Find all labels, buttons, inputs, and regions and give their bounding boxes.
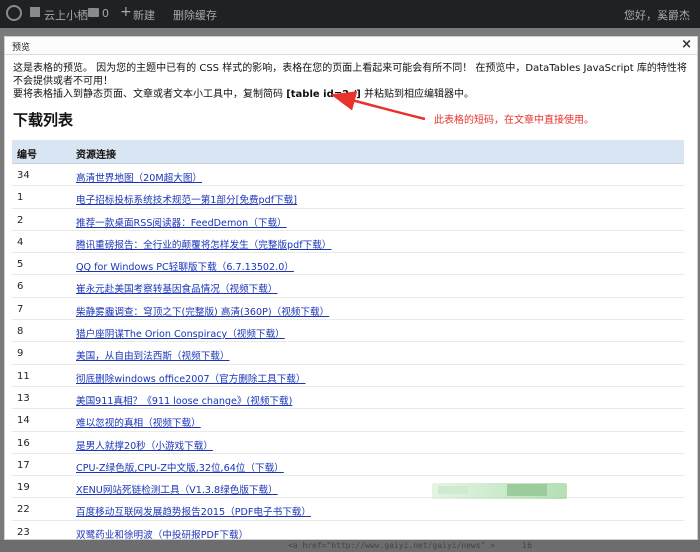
shortcode: [table id=2 /] xyxy=(286,89,361,100)
row-id: 22 xyxy=(17,504,30,516)
table-row: 34 高清世界地图（20M超大图） xyxy=(12,164,684,187)
row-link[interactable]: 双鹭药业和徐明波（中投研报PDF下载） xyxy=(76,527,248,539)
site-name-link[interactable]: 云上小栖 xyxy=(44,7,88,23)
table-row: 5 QQ for Windows PC轻聊版下载（6.7.13502.0） xyxy=(12,253,684,276)
row-id: 6 xyxy=(17,281,24,293)
intro-line-2-suffix: 并粘贴到相应编辑器中。 xyxy=(360,89,474,100)
table-row: 16 是男人就撑20秒（小游戏下载） xyxy=(12,432,684,454)
row-id: 2 xyxy=(17,214,24,226)
row-link[interactable]: 猎户座阴谋The Orion Conspiracy（视频下载） xyxy=(76,326,285,340)
background-code-fragment: <a href="http://www.gaiyi.net/gaiyi/news… xyxy=(288,541,496,550)
background-number-fragment: 16 xyxy=(522,541,533,550)
table-header: 编号 资源连接 xyxy=(12,140,684,164)
home-icon[interactable] xyxy=(30,7,40,17)
row-link[interactable]: 是男人就撑20秒（小游戏下载） xyxy=(76,438,213,452)
comment-icon[interactable] xyxy=(88,8,99,17)
row-link[interactable]: 美国，从自由到法西斯（视频下载） xyxy=(76,348,230,362)
table-row: 19 XENU网站死链检测工具（V1.3.8绿色版下载） xyxy=(12,476,684,499)
table-title: 下载列表 xyxy=(13,111,74,129)
row-link[interactable]: 百度移动互联网发展趋势报告2015（PDF电子书下载） xyxy=(76,504,311,518)
table-row: 4 腾讯重磅报告：全行业的颠覆将怎样发生（完整版pdf下载） xyxy=(12,231,684,254)
watermark-part-left xyxy=(438,486,468,494)
table-row: 13 美国911真相？《911 loose change》(视频下载) xyxy=(12,387,684,410)
table-row: 2 推荐一款桌面RSS阅读器：FeedDemon（下载） xyxy=(12,209,684,231)
watermark-part-right xyxy=(507,484,547,496)
row-id: 1 xyxy=(17,192,24,204)
table-row: 6 崔永元赴美国考察转基因食品情况（视频下载） xyxy=(12,275,684,298)
table-row: 17 CPU-Z绿色版,CPU-Z中文版,32位,64位（下载） xyxy=(12,454,684,477)
header-link[interactable]: 资源连接 xyxy=(76,146,116,161)
row-link[interactable]: 崔永元赴美国考察转基因食品情况（视频下载） xyxy=(76,281,277,295)
row-id: 23 xyxy=(17,526,30,538)
row-link[interactable]: QQ for Windows PC轻聊版下载（6.7.13502.0） xyxy=(76,259,294,273)
modal-title: 预览 xyxy=(12,43,31,53)
row-link[interactable]: 柴静雾霾调查：穹顶之下(完整版) 高清(360P)（视频下载） xyxy=(76,304,329,318)
row-link[interactable]: 电子招标投标系统技术规范一第1部分[免费pdf下载] xyxy=(76,192,297,206)
clear-cache-link[interactable]: 删除缓存 xyxy=(173,7,217,23)
row-link[interactable]: 腾讯重磅报告：全行业的颠覆将怎样发生（完整版pdf下载） xyxy=(76,237,331,251)
row-id: 4 xyxy=(17,236,24,248)
row-link[interactable]: 推荐一款桌面RSS阅读器：FeedDemon（下载） xyxy=(76,215,287,229)
comment-count: 0 xyxy=(102,7,109,20)
header-id[interactable]: 编号 xyxy=(17,146,37,161)
row-link[interactable]: 难以忽视的真相（视频下载） xyxy=(76,415,201,429)
row-link[interactable]: CPU-Z绿色版,CPU-Z中文版,32位,64位（下载） xyxy=(76,460,284,474)
row-id: 14 xyxy=(17,415,30,427)
row-link[interactable]: XENU网站死链检测工具（V1.3.8绿色版下载） xyxy=(76,482,278,496)
table-body: 34 高清世界地图（20M超大图） 1 电子招标投标系统技术规范一第1部分[免费pdf… xyxy=(12,164,684,539)
modal-header: 预览 × xyxy=(5,37,697,55)
plus-icon[interactable]: + xyxy=(120,4,132,20)
row-link[interactable]: 美国911真相？《911 loose change》(视频下载) xyxy=(76,393,292,407)
new-content-link[interactable]: 新建 xyxy=(133,7,155,23)
row-id: 7 xyxy=(17,303,24,315)
wordpress-logo-icon[interactable] xyxy=(6,5,22,21)
preview-modal: 预览 × 这是表格的预览。 因为您的主题中已有的 CSS 样式的影响，表格在您的… xyxy=(4,36,698,540)
intro-line-1: 这是表格的预览。 因为您的主题中已有的 CSS 样式的影响，表格在您的页面上看起… xyxy=(13,63,687,87)
table-row: 22 百度移动互联网发展趋势报告2015（PDF电子书下载） xyxy=(12,498,684,521)
row-id: 8 xyxy=(17,326,24,338)
row-link[interactable]: 彻底删除windows office2007（官方删除工具下载） xyxy=(76,371,306,385)
table-row: 9 美国，从自由到法西斯（视频下载） xyxy=(12,342,684,365)
row-id: 34 xyxy=(17,170,30,181)
row-id: 17 xyxy=(17,459,30,471)
annotation-text: 此表格的短码，在文章中直接使用。 xyxy=(434,115,594,126)
close-icon[interactable]: × xyxy=(681,38,692,52)
row-id: 16 xyxy=(17,437,30,449)
row-id: 11 xyxy=(17,370,30,382)
intro-line-2: 要将表格插入到静态页面、文章或者文本小工具中，复制简码 [table id=2 … xyxy=(13,88,691,101)
row-id: 5 xyxy=(17,259,24,271)
table-row: 23 双鹭药业和徐明波（中投研报PDF下载） xyxy=(12,521,684,539)
table-row: 14 难以忽视的真相（视频下载） xyxy=(12,409,684,432)
user-greeting[interactable]: 您好，奚爵杰 xyxy=(624,7,690,23)
table-row: 1 电子招标投标系统技术规范一第1部分[免费pdf下载] xyxy=(12,186,684,209)
row-id: 19 xyxy=(17,482,30,494)
row-id: 13 xyxy=(17,392,30,404)
table-row: 11 彻底删除windows office2007（官方删除工具下载） xyxy=(12,365,684,387)
table-row: 8 猎户座阴谋The Orion Conspiracy（视频下载） xyxy=(12,320,684,343)
intro-text: 这是表格的预览。 因为您的主题中已有的 CSS 样式的影响，表格在您的页面上看起… xyxy=(13,62,691,101)
intro-line-2-prefix: 要将表格插入到静态页面、文章或者文本小工具中，复制简码 xyxy=(13,89,287,100)
download-table: 编号 资源连接 34 高清世界地图（20M超大图） 1 电子招标投标系统技术规范一第1… xyxy=(12,140,684,539)
row-id: 9 xyxy=(17,348,24,360)
table-row: 7 柴静雾霾调查：穹顶之下(完整版) 高清(360P)（视频下载） xyxy=(12,298,684,321)
row-link[interactable]: 高清世界地图（20M超大图） xyxy=(76,170,202,184)
admin-bar: 云上小栖 0 + 新建 删除缓存 您好，奚爵杰 xyxy=(0,0,700,28)
